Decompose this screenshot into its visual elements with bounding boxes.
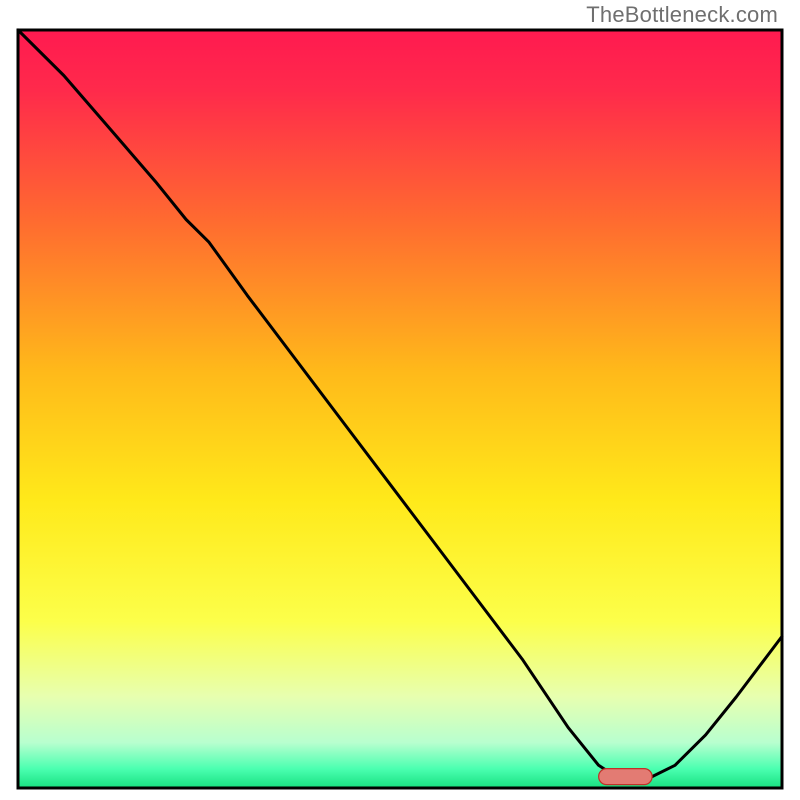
chart-svg [0, 0, 800, 800]
plot-background [18, 30, 782, 788]
bottleneck-chart: TheBottleneck.com [0, 0, 800, 800]
optimal-marker [599, 769, 652, 785]
watermark-text: TheBottleneck.com [586, 2, 778, 28]
